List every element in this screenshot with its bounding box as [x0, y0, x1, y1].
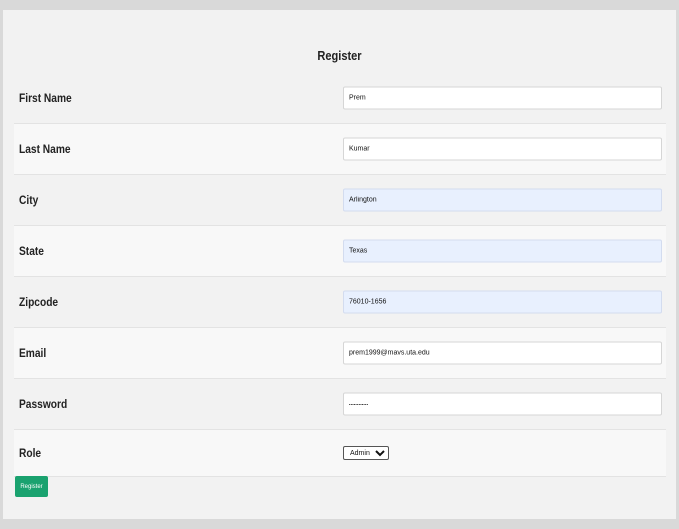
email-input[interactable]: [343, 341, 662, 365]
email-row: Email: [14, 328, 666, 379]
role-row: Role Admin: [14, 430, 666, 477]
zipcode-row: Zipcode: [14, 277, 666, 328]
register-button[interactable]: Register: [15, 476, 48, 497]
register-card: Register First Name Last Name City State…: [3, 10, 676, 519]
last-name-input[interactable]: [343, 137, 662, 161]
form-title: Register: [317, 48, 362, 63]
first-name-label: First Name: [19, 91, 72, 105]
email-label: Email: [19, 346, 47, 360]
first-name-input[interactable]: [343, 86, 662, 110]
city-row: City: [14, 175, 666, 226]
role-label: Role: [19, 446, 42, 460]
password-label: Password: [19, 397, 68, 411]
state-input[interactable]: [343, 239, 662, 263]
city-label: City: [19, 193, 39, 207]
state-label: State: [19, 244, 44, 258]
last-name-label: Last Name: [19, 142, 71, 156]
password-row: Password: [14, 379, 666, 430]
zipcode-input[interactable]: [343, 290, 662, 314]
first-name-row: First Name: [14, 73, 666, 124]
state-row: State: [14, 226, 666, 277]
last-name-row: Last Name: [14, 124, 666, 175]
zipcode-label: Zipcode: [19, 295, 59, 309]
password-input[interactable]: [343, 392, 662, 416]
city-input[interactable]: [343, 188, 662, 212]
role-select[interactable]: Admin: [343, 446, 389, 460]
